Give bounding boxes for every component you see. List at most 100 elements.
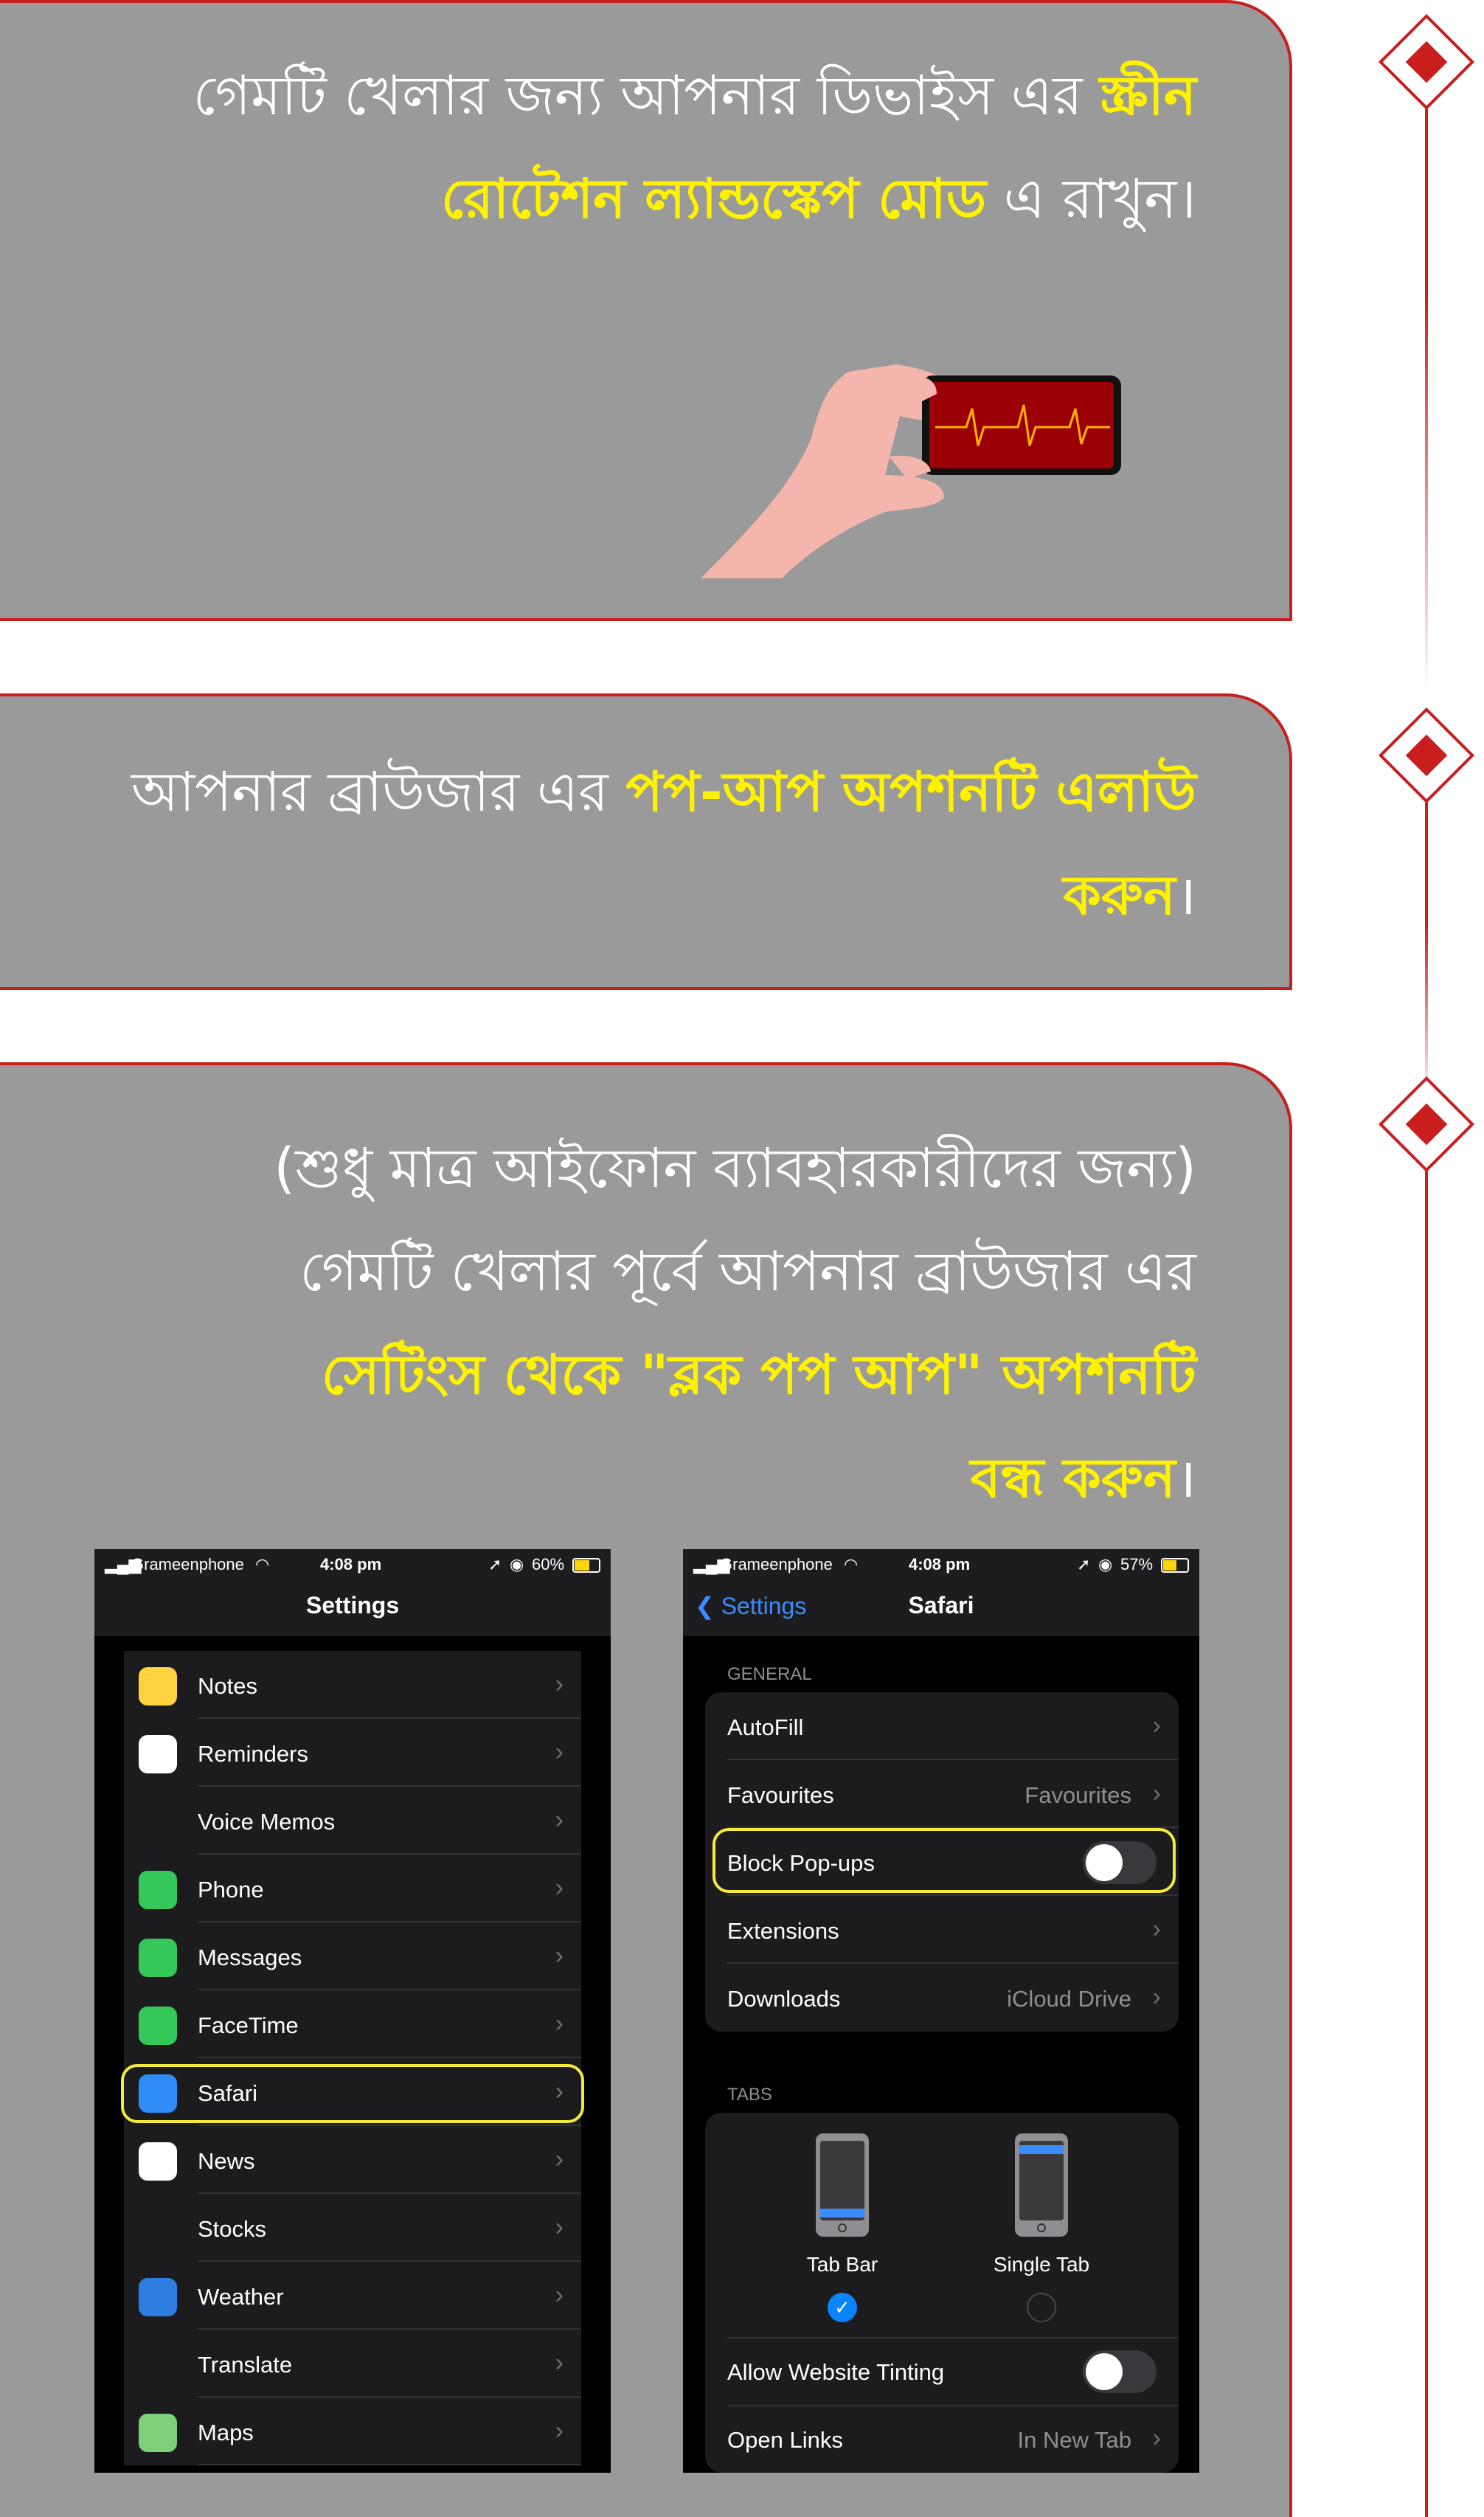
location-icon: ➚ — [488, 1555, 502, 1573]
step1-diamond-icon — [1378, 13, 1475, 111]
safari-row-label: Extensions — [727, 1918, 839, 1944]
step2-text-a: আপনার ব্রাউজার এর — [131, 761, 626, 824]
maps-icon — [139, 2414, 177, 2452]
step3-diamond-icon — [1378, 1076, 1475, 1173]
settings-row-phone[interactable]: Phone › — [124, 1855, 581, 1922]
chevron-right-icon: › — [555, 2213, 564, 2241]
block-popups-highlight-box — [712, 1828, 1176, 1893]
wifi-icon: ◠ — [255, 1555, 270, 1573]
single-tab-illustration[interactable] — [1015, 2133, 1068, 2237]
settings-row-label: Weather — [198, 2284, 284, 2310]
step2-text: আপনার ব্রাউজার এর পপ-আপ অপশনটি এলাউ করুন… — [90, 741, 1196, 947]
step1-highlight-2: রোটেশন ল্যান্ডস্কেপ মোড — [441, 167, 987, 231]
step1-text-b: এ রাখুন। — [986, 167, 1196, 231]
settings-row-label: News — [198, 2148, 255, 2174]
safari-row-label: Downloads — [727, 1986, 841, 2012]
chevron-right-icon: › — [555, 2417, 564, 2445]
settings-row-news[interactable]: News › — [124, 2126, 581, 2194]
status-time: 4:08 pm — [320, 1555, 382, 1573]
tabs-group: Tab Bar Single Tab ✓ Allow Website Tinti… — [705, 2113, 1179, 2473]
settings-row-label: Stocks — [198, 2216, 267, 2242]
chevron-right-icon: › — [555, 2281, 564, 2309]
chevron-right-icon: › — [1152, 1779, 1161, 1807]
chevron-right-icon: › — [555, 1874, 564, 1902]
chevron-right-icon: › — [555, 1806, 564, 1834]
step1-card: গেমটি খেলার জন্য আপনার ডিভাইস এর স্ক্রীন… — [0, 0, 1292, 621]
chevron-right-icon: › — [555, 1738, 564, 1766]
settings-row-label: FaceTime — [198, 2012, 299, 2038]
hand-holding-phone-illustration — [701, 364, 1121, 578]
tab-bar-radio-checked[interactable]: ✓ — [828, 2293, 857, 2322]
safari-row-extensions[interactable]: Extensions › — [705, 1896, 1179, 1964]
tabs-section-header: TABS — [727, 2085, 772, 2105]
step1-text: গেমটি খেলার জন্য আপনার ডিভাইস এর স্ক্রীন… — [90, 44, 1196, 251]
step3-text: (শুধু মাত্র আইফোন ব্যাবহারকারীদের জন্য) … — [16, 1117, 1196, 1530]
settings-row-translate[interactable]: Translate › — [124, 2330, 581, 2397]
settings-row-label: Reminders — [198, 1741, 308, 1767]
safari-row-autofill[interactable]: AutoFill › — [705, 1692, 1179, 1760]
general-section-header: GENERAL — [727, 1664, 812, 1684]
reminders-icon — [139, 1735, 177, 1773]
allow-website-tinting-toggle[interactable] — [1083, 2350, 1157, 2393]
orientation-lock-icon: ◉ — [1098, 1555, 1113, 1573]
safari-navbar: ▂▄▆ Grameenphone ◠ 4:08 pm ➚ ◉ 57% ❮ Set… — [683, 1549, 1199, 1636]
settings-list: Notes › Reminders › Voice Memos › Phone › Messag… — [124, 1651, 581, 2465]
phone-icon — [139, 1871, 177, 1909]
wifi-icon: ◠ — [844, 1555, 859, 1573]
single-tab-radio[interactable] — [1027, 2293, 1056, 2322]
step2-diamond-icon — [1378, 707, 1475, 804]
settings-row-facetime[interactable]: FaceTime › — [124, 1990, 581, 2058]
orientation-lock-icon: ◉ — [510, 1555, 524, 1573]
timeline-line-3 — [1425, 1151, 1428, 2517]
step3-line-2: গেমটি খেলার পূর্বে আপনার ব্রাউজার এর — [299, 1240, 1196, 1303]
step3-highlight-1: সেটিংস থেকে "ব্লক পপ আপ" অপশনটি — [321, 1343, 1196, 1407]
settings-title: Settings — [305, 1592, 400, 1618]
allow-website-tinting-label: Allow Website Tinting — [727, 2359, 945, 2385]
open-links-row[interactable]: Open Links In New Tab › — [705, 2405, 1179, 2473]
settings-row-label: Phone — [198, 1877, 264, 1903]
step1-highlight-1: স্ক্রীন — [1100, 64, 1196, 128]
settings-navbar: ▂▄▆ Grameenphone ◠ 4:08 pm ➚ ◉ 60% Setti… — [94, 1549, 611, 1636]
step3-text-b: । — [1175, 1447, 1196, 1510]
chevron-right-icon: › — [555, 2145, 564, 2173]
chevron-right-icon: › — [555, 1670, 564, 1698]
safari-row-label: AutoFill — [727, 1714, 804, 1740]
settings-row-messages[interactable]: Messages › — [124, 1922, 581, 1990]
chevron-right-icon: › — [555, 1942, 564, 1970]
location-icon: ➚ — [1077, 1555, 1091, 1573]
chevron-right-icon: › — [1152, 1983, 1161, 2011]
settings-row-label: Notes — [198, 1673, 257, 1699]
status-bar: ▂▄▆ Grameenphone ◠ 4:08 pm ➚ ◉ 57% — [683, 1549, 1199, 1579]
step2-highlight-2: করুন — [1063, 864, 1176, 927]
safari-row-favourites[interactable]: Favourites Favourites › — [705, 1760, 1179, 1828]
messages-icon — [139, 1939, 177, 1977]
allow-website-tinting-row[interactable]: Allow Website Tinting — [705, 2337, 1179, 2405]
settings-row-label: Messages — [198, 1945, 302, 1970]
settings-row-notes[interactable]: Notes › — [124, 1651, 581, 1719]
settings-row-stocks[interactable]: Stocks › — [124, 2194, 581, 2262]
settings-row-reminders[interactable]: Reminders › — [124, 1719, 581, 1787]
voice-memos-icon — [139, 1803, 177, 1841]
chevron-right-icon: › — [1152, 2424, 1161, 2452]
chevron-right-icon: › — [555, 2009, 564, 2038]
tab-bar-illustration[interactable] — [816, 2133, 869, 2237]
settings-row-label: Translate — [198, 2352, 293, 2378]
step2-card: আপনার ব্রাউজার এর পপ-আপ অপশনটি এলাউ করুন… — [0, 693, 1292, 990]
safari-row-label: Favourites — [727, 1782, 834, 1808]
settings-screenshot: ▂▄▆ Grameenphone ◠ 4:08 pm ➚ ◉ 60% Setti… — [94, 1549, 611, 2473]
safari-row-downloads[interactable]: Downloads iCloud Drive › — [705, 1964, 1179, 2032]
step3-line-1: (শুধু মাত্র আইফোন ব্যাবহারকারীদের জন্য) — [274, 1137, 1196, 1200]
settings-row-weather[interactable]: Weather › — [124, 2262, 581, 2330]
safari-title: Safari — [908, 1592, 974, 1618]
timeline-fade-1 — [1425, 288, 1428, 693]
settings-row-maps[interactable]: Maps › — [124, 2397, 581, 2465]
settings-row-label: Maps — [198, 2420, 254, 2445]
safari-settings-screenshot: ▂▄▆ Grameenphone ◠ 4:08 pm ➚ ◉ 57% ❮ Set… — [683, 1549, 1199, 2473]
tab-bar-label: Tab Bar — [806, 2253, 878, 2276]
translate-icon — [139, 2346, 177, 2384]
carrier-label: Grameenphone — [131, 1555, 244, 1573]
notes-icon — [139, 1667, 177, 1706]
settings-row-label: Voice Memos — [198, 1809, 336, 1835]
open-links-value: In New Tab — [1017, 2427, 1131, 2453]
settings-row-voice-memos[interactable]: Voice Memos › — [124, 1787, 581, 1855]
